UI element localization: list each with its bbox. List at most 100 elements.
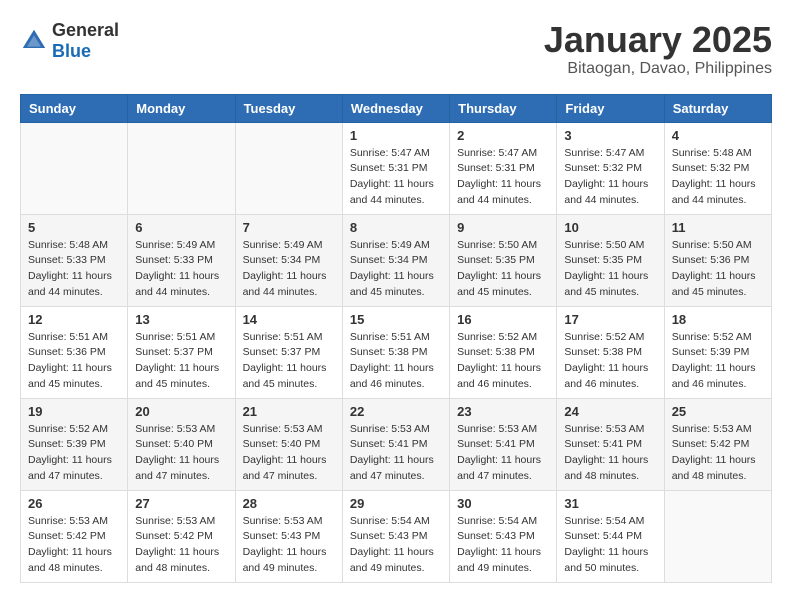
calendar-week-row: 5Sunrise: 5:48 AMSunset: 5:33 PMDaylight… bbox=[21, 214, 772, 306]
calendar-cell: 25 Sunrise: 5:53 AMSunset: 5:42 PMDayligh… bbox=[664, 398, 771, 490]
calendar-cell: 24 Sunrise: 5:53 AMSunset: 5:41 PMDayligh… bbox=[557, 398, 664, 490]
weekday-header: Monday bbox=[128, 94, 235, 122]
day-info: Sunrise: 5:49 AMSunset: 5:34 PMDaylight:… bbox=[350, 238, 442, 301]
calendar-cell: 9Sunrise: 5:50 AMSunset: 5:35 PMDaylight… bbox=[450, 214, 557, 306]
calendar-cell: 8 Sunrise: 5:49 AMSunset: 5:34 PMDaylight… bbox=[342, 214, 449, 306]
day-number: 4 bbox=[672, 128, 764, 143]
calendar-cell: 7 Sunrise: 5:49 AMSunset: 5:34 PMDaylight… bbox=[235, 214, 342, 306]
calendar-cell: 13 Sunrise: 5:51 AMSunset: 5:37 PMDayligh… bbox=[128, 306, 235, 398]
calendar-cell: 30 Sunrise: 5:54 AMSunset: 5:43 PMDayligh… bbox=[450, 490, 557, 582]
day-number: 18 bbox=[672, 312, 764, 327]
day-number: 24 bbox=[564, 404, 656, 419]
day-number: 10 bbox=[564, 220, 656, 235]
day-number: 11 bbox=[672, 220, 764, 235]
day-info: Sunrise: 5:54 AMSunset: 5:43 PMDaylight:… bbox=[457, 514, 549, 577]
day-number: 22 bbox=[350, 404, 442, 419]
day-number: 2 bbox=[457, 128, 549, 143]
day-info: Sunrise: 5:53 AMSunset: 5:40 PMDaylight:… bbox=[243, 422, 335, 485]
day-info: Sunrise: 5:47 AMSunset: 5:32 PMDaylight:… bbox=[564, 146, 656, 209]
calendar-cell: 15Sunrise: 5:51 AMSunset: 5:38 PMDayligh… bbox=[342, 306, 449, 398]
calendar-cell: 5Sunrise: 5:48 AMSunset: 5:33 PMDaylight… bbox=[21, 214, 128, 306]
calendar-cell bbox=[21, 122, 128, 214]
day-number: 16 bbox=[457, 312, 549, 327]
day-number: 7 bbox=[243, 220, 335, 235]
calendar-cell: 1 Sunrise: 5:47 AMSunset: 5:31 PMDaylight… bbox=[342, 122, 449, 214]
day-number: 12 bbox=[28, 312, 120, 327]
weekday-header: Tuesday bbox=[235, 94, 342, 122]
calendar-cell: 29 Sunrise: 5:54 AMSunset: 5:43 PMDayligh… bbox=[342, 490, 449, 582]
day-info: Sunrise: 5:53 AMSunset: 5:42 PMDaylight:… bbox=[28, 514, 120, 577]
calendar-cell bbox=[128, 122, 235, 214]
logo-text-general: General bbox=[52, 20, 119, 40]
logo-icon bbox=[20, 27, 48, 55]
day-number: 6 bbox=[135, 220, 227, 235]
day-info: Sunrise: 5:50 AMSunset: 5:36 PMDaylight:… bbox=[672, 238, 764, 301]
calendar-title: January 2025 bbox=[544, 20, 772, 60]
day-info: Sunrise: 5:54 AMSunset: 5:44 PMDaylight:… bbox=[564, 514, 656, 577]
day-number: 27 bbox=[135, 496, 227, 511]
day-info: Sunrise: 5:52 AMSunset: 5:38 PMDaylight:… bbox=[457, 330, 549, 393]
calendar-cell: 16 Sunrise: 5:52 AMSunset: 5:38 PMDayligh… bbox=[450, 306, 557, 398]
day-number: 25 bbox=[672, 404, 764, 419]
calendar-cell: 6Sunrise: 5:49 AMSunset: 5:33 PMDaylight… bbox=[128, 214, 235, 306]
day-number: 8 bbox=[350, 220, 442, 235]
day-info: Sunrise: 5:48 AMSunset: 5:32 PMDaylight:… bbox=[672, 146, 764, 209]
weekday-header: Sunday bbox=[21, 94, 128, 122]
calendar-cell: 11 Sunrise: 5:50 AMSunset: 5:36 PMDayligh… bbox=[664, 214, 771, 306]
page-header: General Blue January 2025 Bitaogan, Dava… bbox=[20, 20, 772, 78]
calendar-table: SundayMondayTuesdayWednesdayThursdayFrid… bbox=[20, 94, 772, 583]
weekday-header: Thursday bbox=[450, 94, 557, 122]
logo: General Blue bbox=[20, 20, 119, 62]
day-info: Sunrise: 5:54 AMSunset: 5:43 PMDaylight:… bbox=[350, 514, 442, 577]
day-info: Sunrise: 5:53 AMSunset: 5:43 PMDaylight:… bbox=[243, 514, 335, 577]
day-number: 29 bbox=[350, 496, 442, 511]
day-number: 3 bbox=[564, 128, 656, 143]
calendar-cell: 21Sunrise: 5:53 AMSunset: 5:40 PMDayligh… bbox=[235, 398, 342, 490]
calendar-cell: 10 Sunrise: 5:50 AMSunset: 5:35 PMDayligh… bbox=[557, 214, 664, 306]
calendar-cell: 27 Sunrise: 5:53 AMSunset: 5:42 PMDayligh… bbox=[128, 490, 235, 582]
day-info: Sunrise: 5:52 AMSunset: 5:39 PMDaylight:… bbox=[28, 422, 120, 485]
day-info: Sunrise: 5:53 AMSunset: 5:42 PMDaylight:… bbox=[135, 514, 227, 577]
day-number: 19 bbox=[28, 404, 120, 419]
calendar-cell: 4 Sunrise: 5:48 AMSunset: 5:32 PMDaylight… bbox=[664, 122, 771, 214]
day-number: 1 bbox=[350, 128, 442, 143]
day-info: Sunrise: 5:53 AMSunset: 5:41 PMDaylight:… bbox=[350, 422, 442, 485]
day-number: 31 bbox=[564, 496, 656, 511]
weekday-header: Saturday bbox=[664, 94, 771, 122]
day-info: Sunrise: 5:51 AMSunset: 5:37 PMDaylight:… bbox=[243, 330, 335, 393]
day-number: 15 bbox=[350, 312, 442, 327]
day-number: 14 bbox=[243, 312, 335, 327]
day-info: Sunrise: 5:48 AMSunset: 5:33 PMDaylight:… bbox=[28, 238, 120, 301]
calendar-cell: 31 Sunrise: 5:54 AMSunset: 5:44 PMDayligh… bbox=[557, 490, 664, 582]
day-number: 30 bbox=[457, 496, 549, 511]
calendar-week-row: 1 Sunrise: 5:47 AMSunset: 5:31 PMDaylight… bbox=[21, 122, 772, 214]
calendar-cell: 26 Sunrise: 5:53 AMSunset: 5:42 PMDayligh… bbox=[21, 490, 128, 582]
calendar-cell: 12Sunrise: 5:51 AMSunset: 5:36 PMDayligh… bbox=[21, 306, 128, 398]
day-number: 26 bbox=[28, 496, 120, 511]
calendar-cell: 2 Sunrise: 5:47 AMSunset: 5:31 PMDaylight… bbox=[450, 122, 557, 214]
day-number: 28 bbox=[243, 496, 335, 511]
calendar-cell: 18 Sunrise: 5:52 AMSunset: 5:39 PMDayligh… bbox=[664, 306, 771, 398]
day-info: Sunrise: 5:53 AMSunset: 5:42 PMDaylight:… bbox=[672, 422, 764, 485]
day-info: Sunrise: 5:52 AMSunset: 5:39 PMDaylight:… bbox=[672, 330, 764, 393]
day-info: Sunrise: 5:50 AMSunset: 5:35 PMDaylight:… bbox=[564, 238, 656, 301]
weekday-header-row: SundayMondayTuesdayWednesdayThursdayFrid… bbox=[21, 94, 772, 122]
calendar-cell: 14 Sunrise: 5:51 AMSunset: 5:37 PMDayligh… bbox=[235, 306, 342, 398]
day-info: Sunrise: 5:49 AMSunset: 5:34 PMDaylight:… bbox=[243, 238, 335, 301]
calendar-subtitle: Bitaogan, Davao, Philippines bbox=[544, 60, 772, 78]
calendar-cell bbox=[235, 122, 342, 214]
logo-text-blue: Blue bbox=[52, 41, 91, 61]
calendar-cell: 28 Sunrise: 5:53 AMSunset: 5:43 PMDayligh… bbox=[235, 490, 342, 582]
day-info: Sunrise: 5:47 AMSunset: 5:31 PMDaylight:… bbox=[350, 146, 442, 209]
calendar-week-row: 19 Sunrise: 5:52 AMSunset: 5:39 PMDayligh… bbox=[21, 398, 772, 490]
day-info: Sunrise: 5:47 AMSunset: 5:31 PMDaylight:… bbox=[457, 146, 549, 209]
day-info: Sunrise: 5:53 AMSunset: 5:41 PMDaylight:… bbox=[564, 422, 656, 485]
calendar-week-row: 26 Sunrise: 5:53 AMSunset: 5:42 PMDayligh… bbox=[21, 490, 772, 582]
calendar-cell: 19 Sunrise: 5:52 AMSunset: 5:39 PMDayligh… bbox=[21, 398, 128, 490]
day-number: 13 bbox=[135, 312, 227, 327]
day-number: 20 bbox=[135, 404, 227, 419]
day-number: 9 bbox=[457, 220, 549, 235]
calendar-cell: 3 Sunrise: 5:47 AMSunset: 5:32 PMDaylight… bbox=[557, 122, 664, 214]
day-info: Sunrise: 5:53 AMSunset: 5:40 PMDaylight:… bbox=[135, 422, 227, 485]
day-info: Sunrise: 5:51 AMSunset: 5:37 PMDaylight:… bbox=[135, 330, 227, 393]
